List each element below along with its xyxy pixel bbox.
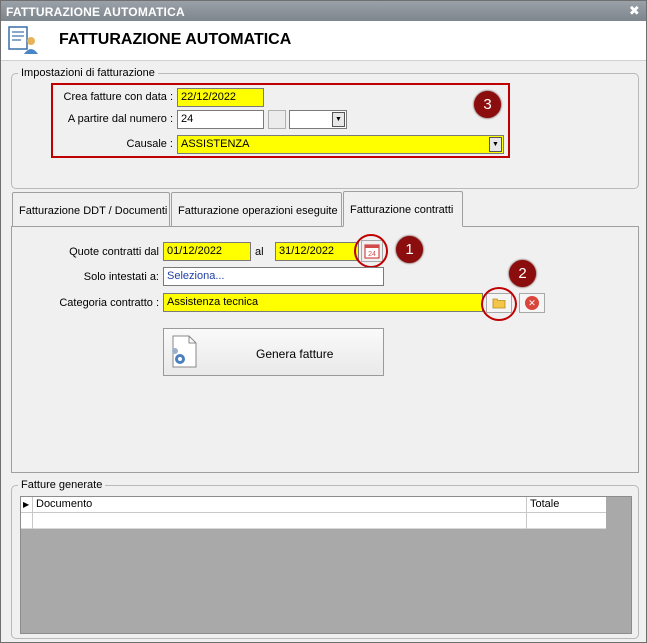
tab-operations[interactable]: Fatturazione operazioni eseguite <box>171 192 342 226</box>
generated-invoices-grid[interactable]: ▶ Documento Totale <box>20 496 632 634</box>
document-gear-icon <box>168 335 200 372</box>
page-title: FATTURAZIONE AUTOMATICA <box>59 31 292 48</box>
tab-ddt-documents[interactable]: Fatturazione DDT / Documenti <box>12 192 170 226</box>
category-label: Categoria contratto : <box>59 297 159 309</box>
clear-category-button[interactable]: ✕ <box>519 293 545 313</box>
column-header-documento[interactable]: Documento <box>34 498 92 510</box>
step-badge-3: 3 <box>474 91 501 118</box>
generate-invoices-button[interactable]: Genera fatture <box>163 328 384 376</box>
billing-settings-legend: Impostazioni di fatturazione <box>21 67 155 79</box>
page-header: FATTURAZIONE AUTOMATICA <box>1 21 646 61</box>
table-cell <box>526 513 527 529</box>
invoice-user-icon <box>7 25 39 55</box>
title-bar: FATTURAZIONE AUTOMATICA ✖ <box>1 1 646 21</box>
close-icon: ✕ <box>525 296 539 310</box>
close-icon[interactable]: ✖ <box>629 3 640 19</box>
column-header-totale[interactable]: Totale <box>526 497 606 512</box>
table-row[interactable] <box>21 513 606 529</box>
generate-invoices-label: Genera fatture <box>256 347 334 361</box>
calendar-highlight-circle <box>354 234 388 268</box>
step-badge-1: 1 <box>396 236 423 263</box>
window-title: FATTURAZIONE AUTOMATICA <box>6 5 185 19</box>
row-indicator-icon: ▶ <box>21 497 33 512</box>
folder-highlight-circle <box>481 287 517 321</box>
grid-header: ▶ Documento Totale <box>21 497 606 513</box>
period-to-label: al <box>255 246 264 258</box>
category-field[interactable]: Assistenza tecnica <box>163 293 483 312</box>
period-to-field[interactable]: 31/12/2022 <box>275 242 359 261</box>
generated-invoices-legend: Fatture generate <box>21 479 103 491</box>
quote-period-label: Quote contratti dal <box>69 246 159 258</box>
settings-highlight-box <box>51 83 510 158</box>
holders-selector[interactable]: Seleziona... <box>163 267 384 286</box>
period-from-field[interactable]: 01/12/2022 <box>163 242 251 261</box>
app-window: FATTURAZIONE AUTOMATICA ✖ FATTURAZIONE A… <box>0 0 647 643</box>
row-indicator <box>21 513 33 529</box>
step-badge-2: 2 <box>509 260 536 287</box>
tab-contracts[interactable]: Fatturazione contratti <box>343 191 463 227</box>
holders-label: Solo intestati a: <box>83 271 159 283</box>
